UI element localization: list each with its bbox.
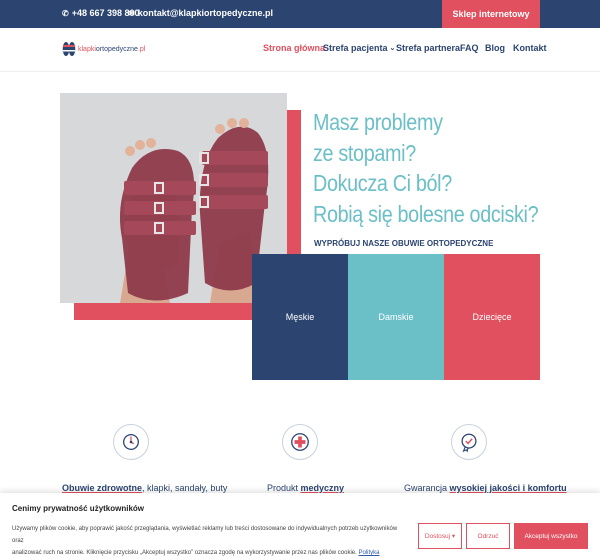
nav-contact[interactable]: Kontakt	[513, 43, 547, 53]
hero-subheading: WYPRÓBUJ NASZE OBUWIE ORTOPEDYCZNE	[314, 239, 494, 248]
cookie-description: Używamy plików cookie, aby poprawić jako…	[12, 523, 410, 560]
feature-health-icon	[113, 424, 149, 460]
feature-medical-icon	[282, 424, 318, 460]
nav-blog[interactable]: Blog	[485, 43, 505, 53]
feature-health-text: Obuwie zdrowotne, klapki, sandały, buty	[62, 483, 228, 493]
top-bar: ✆ +48 667 398 800 ✉ kontakt@klapkiortope…	[0, 0, 600, 28]
logo-text: klapkiortopedyczne.pl	[78, 45, 146, 53]
headline-line-1: Masz problemy	[313, 109, 443, 135]
feature-medical-text: Produkt medyczny	[267, 483, 345, 493]
cookie-reject-button[interactable]: Odrzuć	[466, 523, 510, 549]
chevron-down-icon: ⌄	[389, 45, 396, 52]
cookie-accept-all-button[interactable]: Akceptuj wszystko	[514, 523, 588, 549]
stethoscope-icon	[123, 434, 139, 450]
chevron-down-icon: ▾	[451, 533, 456, 540]
nav-faq[interactable]: FAQ	[460, 43, 479, 53]
envelope-icon: ✉	[128, 8, 135, 18]
category-mens[interactable]: Męskie	[252, 254, 348, 380]
email-address: kontakt@klapkiortopedyczne.pl	[137, 8, 274, 18]
email-contact[interactable]: ✉ kontakt@klapkiortopedyczne.pl	[128, 8, 273, 18]
site-header: klapkiortopedyczne.pl Strona główna Stre…	[0, 28, 600, 72]
category-kids[interactable]: Dziecięce	[444, 254, 540, 380]
feature-quality-text: Gwarancja wysokiej jakości i komfortu	[404, 483, 567, 493]
feature-quality-icon	[451, 424, 487, 460]
site-logo[interactable]: klapkiortopedyczne.pl	[62, 40, 145, 58]
nav-partner-zone[interactable]: Strefa partnera	[396, 43, 460, 53]
headline-line-3: Dokucza Ci ból?	[313, 170, 452, 196]
headline-line-2: ze stopami?	[313, 139, 416, 166]
logo-icon	[62, 42, 76, 56]
shop-button[interactable]: Sklep internetowy	[442, 0, 540, 28]
phone-icon: ✆	[62, 8, 69, 18]
quality-badge-icon	[461, 433, 477, 453]
cookie-customize-button[interactable]: Dostosuj ▾	[418, 523, 462, 549]
category-womens[interactable]: Damskie	[348, 254, 444, 380]
cookie-banner: Cenimy prywatność użytkowników Używamy p…	[0, 493, 600, 560]
nav-home[interactable]: Strona główna	[263, 43, 325, 53]
medical-cross-icon	[291, 433, 309, 451]
nav-patient-zone[interactable]: Strefa pacjenta ⌄	[323, 43, 395, 53]
hero-headline: Masz problemy ze stopami? Dokucza Ci ból…	[313, 107, 575, 229]
headline-line-4: Robią się bolesne odciski?	[313, 200, 539, 227]
cookie-title: Cenimy prywatność użytkowników	[12, 504, 145, 513]
